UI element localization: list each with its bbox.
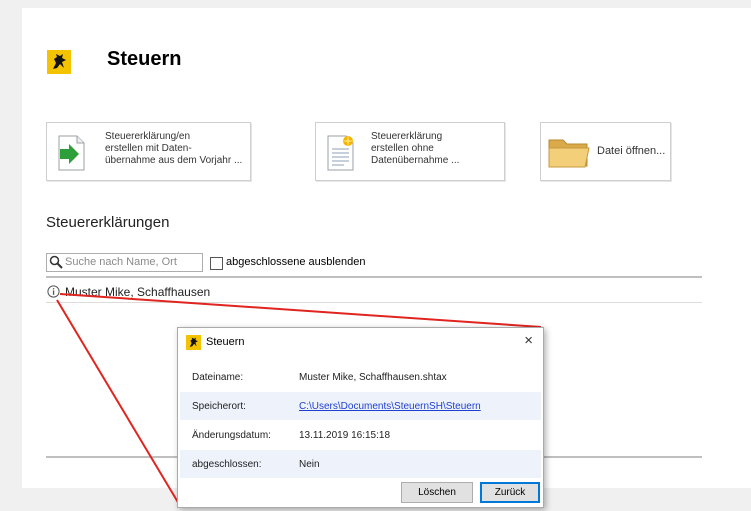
dialog-title: Steuern — [206, 336, 245, 348]
section-title: Steuererklärungen — [46, 214, 170, 231]
filename-value: Muster Mike, Schaffhausen.shtax — [299, 372, 447, 383]
completed-value: Nein — [299, 459, 320, 470]
modified-key: Änderungsdatum: — [192, 430, 271, 441]
completed-key: abgeschlossen: — [192, 459, 262, 470]
app-logo-icon — [47, 50, 71, 74]
open-file-label: Datei öffnen... — [597, 145, 666, 157]
new-document-icon — [327, 135, 354, 171]
back-button[interactable]: Zurück — [480, 482, 540, 503]
search-input[interactable]: Suche nach Name, Ort — [46, 253, 203, 272]
location-link[interactable]: C:\Users\Documents\SteuernSH\Steuern — [299, 401, 481, 412]
hide-completed-checkbox[interactable] — [210, 257, 223, 270]
modified-value: 13.11.2019 16:15:18 — [299, 430, 391, 441]
list-top-divider — [46, 276, 702, 278]
row-divider — [46, 302, 702, 303]
hide-completed-label[interactable]: abgeschlossene ausblenden — [226, 256, 365, 268]
list-item[interactable]: Muster Mike, Schaffhausen — [65, 285, 210, 299]
open-file-button[interactable]: Datei öffnen... — [540, 122, 671, 181]
search-icon — [49, 255, 63, 269]
search-placeholder: Suche nach Name, Ort — [65, 256, 177, 268]
location-row: Speicherort: C:\Users\Documents\SteuernS… — [180, 392, 541, 420]
app-logo-icon — [186, 335, 201, 350]
folder-icon — [548, 139, 590, 168]
file-info-dialog: Steuern × Dateiname: Muster Mike, Schaff… — [177, 327, 544, 508]
create-without-import-label: Steuererklärung erstellen ohne Datenüber… — [371, 131, 460, 166]
delete-button[interactable]: Löschen — [401, 482, 473, 503]
info-icon[interactable] — [47, 285, 60, 298]
close-icon[interactable]: × — [524, 332, 533, 349]
modified-row: Änderungsdatum: 13.11.2019 16:15:18 — [180, 421, 541, 449]
document-arrow-icon — [58, 135, 85, 171]
app-title: Steuern — [107, 48, 182, 70]
create-without-import-button[interactable]: Steuererklärung erstellen ohne Datenüber… — [315, 122, 505, 181]
create-with-import-label: Steuererklärung/en erstellen mit Daten- … — [105, 131, 243, 166]
completed-row: abgeschlossen: Nein — [180, 450, 541, 478]
filename-key: Dateiname: — [192, 372, 244, 383]
location-key: Speicherort: — [192, 401, 246, 412]
filename-row: Dateiname: Muster Mike, Schaffhausen.sht… — [180, 363, 541, 391]
create-with-import-button[interactable]: Steuererklärung/en erstellen mit Daten- … — [46, 122, 251, 181]
